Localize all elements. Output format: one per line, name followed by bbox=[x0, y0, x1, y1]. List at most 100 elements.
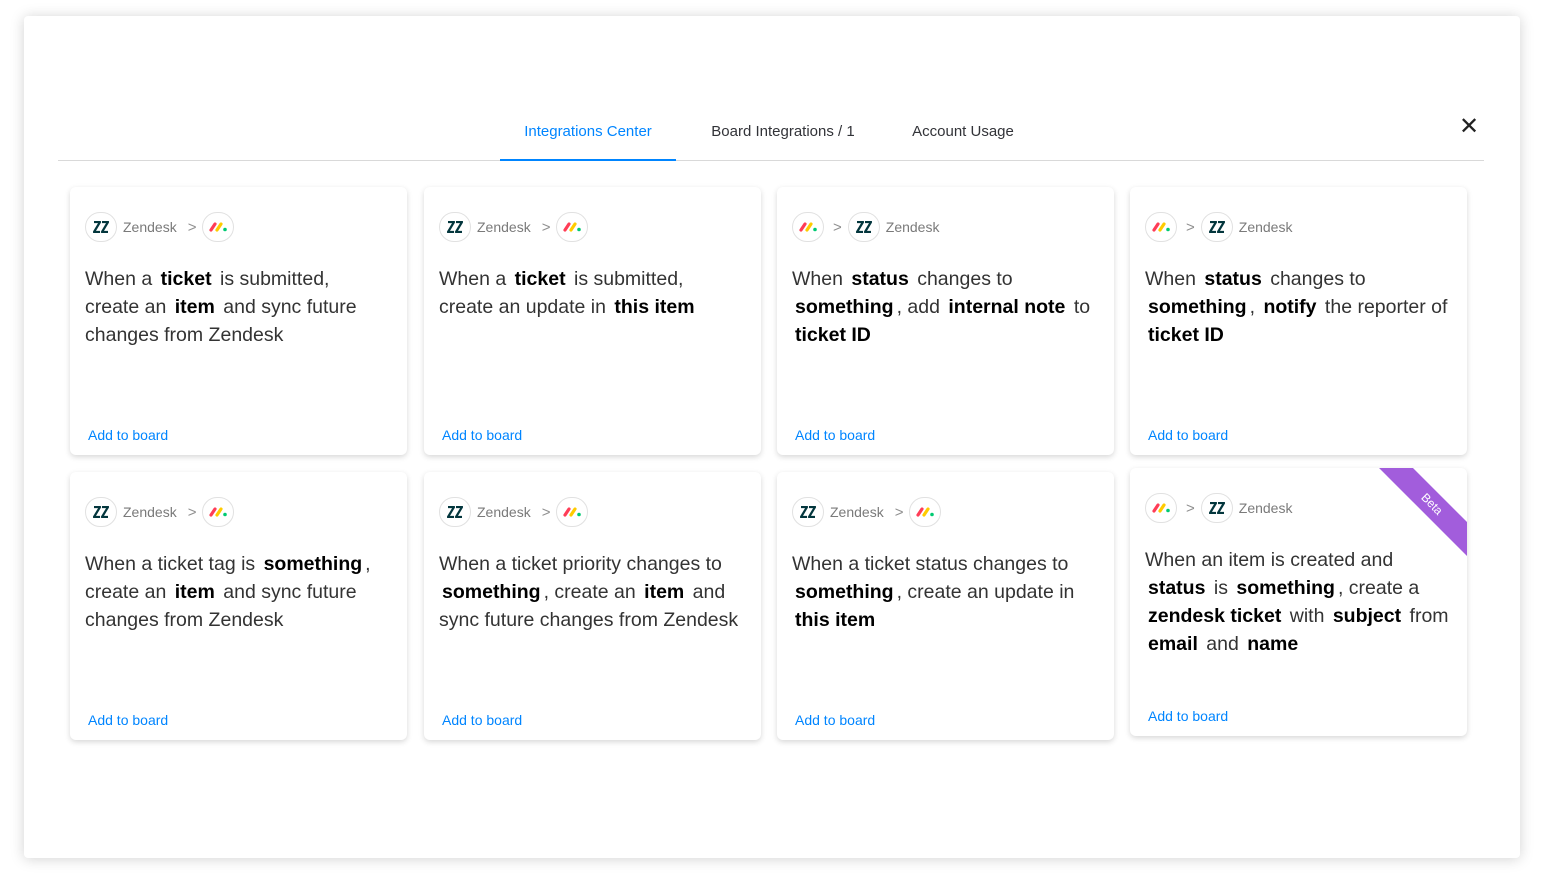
recipe-sentence: When status changes to something, add in… bbox=[792, 265, 1096, 349]
add-to-board-link[interactable]: Add to board bbox=[442, 427, 522, 443]
recipe-field[interactable]: ticket ID bbox=[792, 324, 874, 346]
recipe-field[interactable]: something bbox=[1145, 296, 1250, 318]
zendesk-logo-icon bbox=[847, 212, 880, 242]
recipe-card[interactable]: > Zendesk When an item is created and stat… bbox=[1130, 468, 1467, 736]
zendesk-label: Zendesk bbox=[477, 504, 531, 520]
integration-chain: > Zendesk bbox=[1145, 212, 1298, 242]
recipe-text: When a bbox=[85, 268, 158, 290]
recipe-text: , add bbox=[896, 296, 946, 318]
recipe-field[interactable]: status bbox=[848, 268, 911, 290]
add-to-board-link[interactable]: Add to board bbox=[88, 427, 168, 443]
recipe-text: When bbox=[792, 268, 849, 290]
zendesk-label: Zendesk bbox=[1238, 219, 1293, 235]
recipe-field[interactable]: item bbox=[172, 296, 218, 318]
recipe-sentence: When status changes to something, notify… bbox=[1145, 265, 1449, 349]
add-to-board-link[interactable]: Add to board bbox=[1148, 427, 1228, 443]
recipe-card[interactable]: > Zendesk When status changes to something… bbox=[1130, 187, 1467, 455]
recipe-field[interactable]: subject bbox=[1330, 605, 1404, 627]
recipe-card[interactable]: Zendesk > When a ticket is submitted, crea… bbox=[424, 187, 761, 455]
recipe-field[interactable]: status bbox=[1201, 268, 1264, 290]
chevron-right-icon: > bbox=[833, 218, 842, 236]
recipe-text: , create an bbox=[543, 581, 642, 603]
recipe-field[interactable]: item bbox=[641, 581, 687, 603]
monday-logo-icon bbox=[909, 497, 942, 527]
tab-board-integrations[interactable]: Board Integrations / 1 bbox=[698, 123, 868, 159]
chevron-right-icon: > bbox=[1186, 218, 1195, 236]
close-icon[interactable]: ✕ bbox=[1458, 115, 1480, 139]
recipe-text: , create an update in bbox=[896, 581, 1075, 603]
zendesk-logo-icon bbox=[1200, 212, 1233, 242]
recipe-field[interactable]: something bbox=[792, 296, 897, 318]
recipe-field[interactable]: this item bbox=[792, 609, 878, 631]
recipe-text: When a ticket priority changes to bbox=[439, 553, 722, 575]
recipe-sentence: When a ticket status changes to somethin… bbox=[792, 550, 1096, 634]
recipe-field[interactable]: this item bbox=[611, 296, 697, 318]
zendesk-logo-icon bbox=[439, 497, 471, 527]
recipe-text: , bbox=[1249, 296, 1261, 318]
monday-logo-icon bbox=[202, 497, 235, 527]
recipe-text: is bbox=[1208, 577, 1234, 599]
recipe-text: When a ticket tag is bbox=[85, 553, 261, 575]
recipe-text: from bbox=[1404, 605, 1449, 627]
recipe-text: with bbox=[1284, 605, 1330, 627]
add-to-board-link[interactable]: Add to board bbox=[795, 427, 875, 443]
chevron-right-icon: > bbox=[541, 218, 551, 236]
zendesk-logo-icon bbox=[85, 212, 117, 242]
monday-logo-icon bbox=[1145, 493, 1177, 523]
zendesk-label: Zendesk bbox=[885, 219, 940, 235]
integration-chain: > Zendesk bbox=[792, 212, 945, 242]
zendesk-label: Zendesk bbox=[477, 219, 531, 235]
recipe-field[interactable]: something bbox=[261, 553, 366, 575]
zendesk-label: Zendesk bbox=[1238, 500, 1293, 516]
recipe-text: , create a bbox=[1337, 577, 1420, 599]
recipe-card[interactable]: Zendesk > When a ticket tag is something, … bbox=[70, 472, 407, 740]
recipe-field[interactable]: something bbox=[792, 581, 897, 603]
tab-label: Account Usage bbox=[912, 123, 1014, 140]
recipe-card[interactable]: Zendesk > When a ticket status changes to … bbox=[777, 472, 1114, 740]
recipe-field[interactable]: notify bbox=[1260, 296, 1319, 318]
recipe-sentence: When a ticket is submitted, create an up… bbox=[439, 265, 743, 321]
zendesk-label: Zendesk bbox=[123, 219, 177, 235]
add-to-board-link[interactable]: Add to board bbox=[795, 712, 875, 728]
chevron-right-icon: > bbox=[187, 218, 197, 236]
recipe-text: changes to bbox=[911, 268, 1013, 290]
recipe-sentence: When a ticket tag is something, create a… bbox=[85, 550, 389, 634]
recipe-field[interactable]: status bbox=[1145, 577, 1208, 599]
recipe-text: When an item is created and bbox=[1145, 549, 1394, 571]
recipe-text: the reporter of bbox=[1319, 296, 1448, 318]
recipe-field[interactable]: ticket bbox=[512, 268, 569, 290]
zendesk-logo-icon bbox=[439, 212, 471, 242]
chevron-right-icon: > bbox=[1186, 499, 1195, 517]
add-to-board-link[interactable]: Add to board bbox=[1148, 708, 1228, 724]
chevron-right-icon: > bbox=[187, 503, 197, 521]
chevron-right-icon: > bbox=[894, 503, 904, 521]
recipe-field[interactable]: internal note bbox=[945, 296, 1068, 318]
recipe-field[interactable]: something bbox=[439, 581, 544, 603]
recipe-sentence: When a ticket is submitted, create an it… bbox=[85, 265, 389, 349]
recipe-field[interactable]: email bbox=[1145, 633, 1201, 655]
zendesk-logo-icon bbox=[1200, 493, 1233, 523]
tab-integrations-center[interactable]: Integrations Center bbox=[500, 123, 676, 161]
monday-logo-icon bbox=[792, 212, 824, 242]
zendesk-logo-icon bbox=[85, 497, 117, 527]
integration-chain: > Zendesk bbox=[1145, 493, 1298, 523]
recipe-field[interactable]: item bbox=[172, 581, 218, 603]
monday-logo-icon bbox=[1145, 212, 1177, 242]
tab-label: Board Integrations / 1 bbox=[711, 123, 855, 140]
recipe-sentence: When an item is created and status is so… bbox=[1145, 546, 1449, 658]
recipe-field[interactable]: something bbox=[1233, 577, 1338, 599]
recipe-card[interactable]: Zendesk > When a ticket is submitted, crea… bbox=[70, 187, 407, 455]
recipe-text: changes to bbox=[1264, 268, 1366, 290]
tab-account-usage[interactable]: Account Usage bbox=[898, 123, 1028, 159]
recipe-card[interactable]: > Zendesk When status changes to something… bbox=[777, 187, 1114, 455]
add-to-board-link[interactable]: Add to board bbox=[88, 712, 168, 728]
beta-ribbon: Beta bbox=[1377, 468, 1467, 559]
tab-label: Integrations Center bbox=[524, 123, 652, 140]
recipe-field[interactable]: ticket bbox=[158, 268, 215, 290]
add-to-board-link[interactable]: Add to board bbox=[442, 712, 522, 728]
recipe-card[interactable]: Zendesk > When a ticket priority changes t… bbox=[424, 472, 761, 740]
zendesk-label: Zendesk bbox=[123, 504, 177, 520]
recipe-field[interactable]: name bbox=[1244, 633, 1301, 655]
recipe-field[interactable]: ticket ID bbox=[1145, 324, 1227, 346]
recipe-field[interactable]: zendesk ticket bbox=[1145, 605, 1284, 627]
